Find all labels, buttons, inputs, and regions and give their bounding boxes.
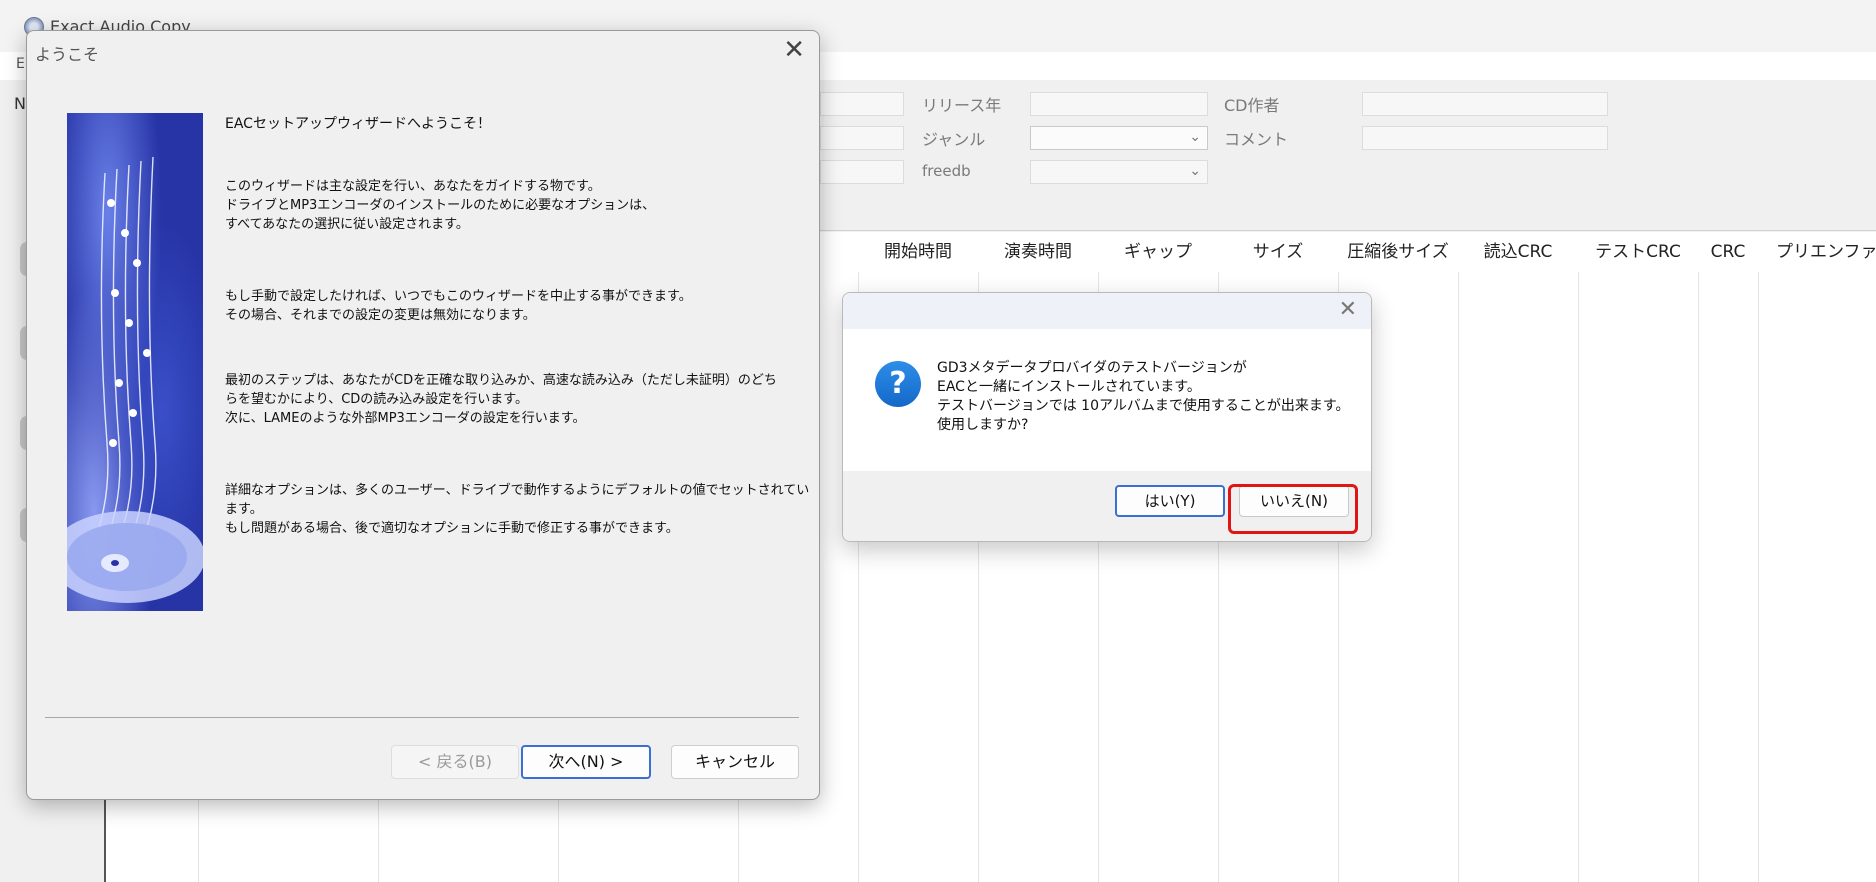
no-button-highlight (1228, 484, 1358, 534)
column-header-test-crc[interactable]: テストCRC (1578, 232, 1699, 272)
wizard-paragraph: 詳細なオプションは、多くのユーザー、ドライブで動作するようにデフォルトの値でセッ… (225, 481, 810, 538)
column-header-start-time[interactable]: 開始時間 (858, 232, 979, 272)
column-header-crc[interactable]: CRC (1698, 232, 1759, 272)
wizard-text-line: もし問題がある場合、後で適切なオプションに手動で修正する事ができます。 (225, 521, 679, 536)
genre-label: ジャンル (922, 130, 986, 149)
cd-artist-label: CD作者 (1224, 96, 1280, 115)
chevron-down-icon: ⌄ (1189, 129, 1201, 145)
yes-button[interactable]: はい(Y) (1115, 485, 1225, 517)
wizard-text-line: すべてあなたの選択に従い設定されます。 (225, 217, 469, 232)
wizard-text-line: ドライブとMP3エンコーダのインストールのために必要なオプションは、 (225, 198, 656, 213)
message-line: EACと一緒にインストールされています。 (937, 379, 1201, 395)
comment-label: コメント (1224, 130, 1289, 149)
message-body: ? GD3メタデータプロバイダのテストバージョンが EACと一緒にインストールさ… (843, 329, 1371, 471)
wizard-text-line: 詳細なオプションは、多くのユーザー、ドライブで動作するようにデフォルトの値でセッ… (225, 483, 810, 498)
comment-input[interactable] (1362, 126, 1608, 150)
wizard-text-line: ます。 (225, 502, 263, 517)
wizard-paragraph: このウィザードは主な設定を行い、あなたをガイドする物です。 ドライブとMP3エン… (225, 177, 785, 234)
column-header-pre-emphasis[interactable]: プリエンファシ (1758, 232, 1876, 272)
wizard-text-line: 次に、LAMEのような外部MP3エンコーダの設定を行います。 (225, 411, 586, 426)
column-header-size[interactable]: サイズ (1218, 232, 1339, 272)
freedb-label: freedb (922, 162, 971, 180)
message-line: 使用しますか? (937, 417, 1029, 433)
wizard-paragraph: 最初のステップは、あなたがCDを正確な取り込みか、高速な読み込み（ただし未証明）… (225, 371, 785, 428)
wizard-title: ようこそ (35, 45, 100, 64)
side-fragment: N (14, 94, 26, 113)
column-divider (1458, 232, 1459, 882)
setup-wizard-dialog: ようこそ ✕ EACセットアップウィザードへようこそ！ このウィザードは主な設定… (26, 30, 820, 800)
album-field-3[interactable] (820, 160, 904, 184)
next-button[interactable]: 次へ(N) > (521, 745, 651, 779)
menu-fragment[interactable]: E (16, 56, 25, 72)
guitar-cd-icon (67, 156, 203, 603)
back-button[interactable]: < 戻る(B) (391, 745, 519, 779)
column-header-play-time[interactable]: 演奏時間 (978, 232, 1099, 272)
message-text: GD3メタデータプロバイダのテストバージョンが EACと一緒にインストールされて… (937, 359, 1349, 435)
freedb-select[interactable]: ⌄ (1030, 160, 1208, 184)
album-field-2[interactable] (820, 126, 904, 150)
genre-select[interactable]: ⌄ (1030, 126, 1208, 150)
wizard-banner-image (67, 113, 203, 611)
column-divider (1578, 232, 1579, 882)
album-field-1[interactable] (820, 92, 904, 116)
message-line: テストバージョンでは 10アルバムまで使用することが出来ます。 (937, 398, 1350, 414)
release-year-label: リリース年 (922, 96, 1002, 115)
close-icon[interactable]: ✕ (1339, 297, 1357, 322)
release-year-input[interactable] (1030, 92, 1208, 116)
wizard-text-line: もし手動で設定したければ、いつでもこのウィザードを中止する事ができます。 (225, 289, 692, 304)
column-header-read-crc[interactable]: 読込CRC (1458, 232, 1579, 272)
column-header-compressed-size[interactable]: 圧縮後サイズ (1338, 232, 1459, 272)
wizard-paragraph: もし手動で設定したければ、いつでもこのウィザードを中止する事ができます。 その場… (225, 287, 785, 325)
question-icon: ? (875, 361, 921, 407)
chevron-down-icon: ⌄ (1189, 163, 1201, 179)
wizard-heading: EACセットアップウィザードへようこそ！ (225, 116, 491, 132)
wizard-text-line: その場合、それまでの設定の変更は無効になります。 (225, 308, 536, 323)
wizard-text-line: らを望むかにより、CDの読み込み設定を行います。 (225, 392, 529, 407)
message-titlebar: ✕ (843, 293, 1371, 329)
close-icon[interactable]: ✕ (783, 35, 805, 65)
wizard-text-line: このウィザードは主な設定を行い、あなたをガイドする物です。 (225, 179, 601, 194)
wizard-text-line: 最初のステップは、あなたがCDを正確な取り込みか、高速な読み込み（ただし未証明）… (225, 373, 777, 388)
column-divider (1698, 232, 1699, 882)
cancel-button[interactable]: キャンセル (671, 745, 799, 779)
column-divider (1758, 232, 1759, 882)
wizard-separator (45, 717, 799, 718)
column-header-gap[interactable]: ギャップ (1098, 232, 1219, 272)
cd-artist-input[interactable] (1362, 92, 1608, 116)
message-line: GD3メタデータプロバイダのテストバージョンが (937, 360, 1247, 376)
